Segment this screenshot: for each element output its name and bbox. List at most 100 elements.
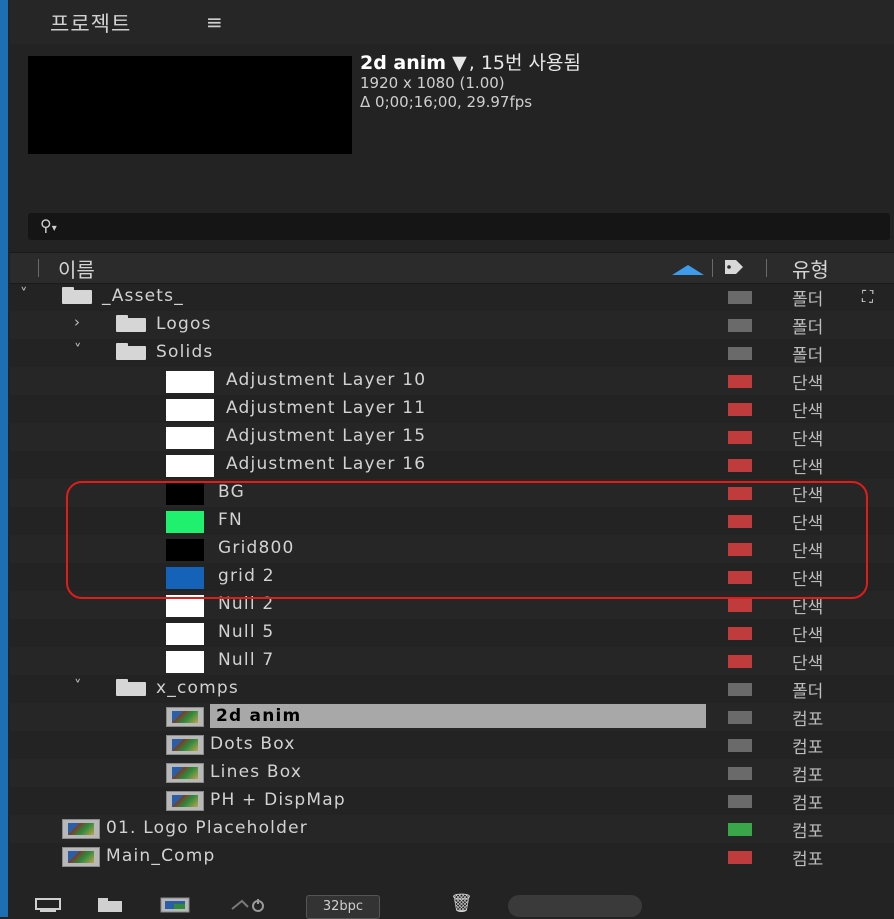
label-color-chip[interactable] xyxy=(728,627,752,640)
folder-icon xyxy=(62,287,92,304)
sort-ascending-icon[interactable] xyxy=(672,265,704,275)
project-panel: 프로젝트 ≡ 2d anim ▼, 15번 사용됨 1920 x 1080 (1… xyxy=(10,0,894,919)
interpret-footage-icon[interactable] xyxy=(34,897,62,913)
item-name: Adjustment Layer 11 xyxy=(226,398,427,418)
list-item-grid800[interactable]: Grid800 단색 xyxy=(10,535,894,563)
list-item-dots[interactable]: Dots Box 컴포 xyxy=(10,731,894,759)
item-type: 단색 xyxy=(792,430,824,450)
item-name: Adjustment Layer 10 xyxy=(226,370,427,390)
list-item-adj16[interactable]: Adjustment Layer 16 단색 xyxy=(10,451,894,479)
solid-color-swatch-icon xyxy=(166,371,214,393)
item-name: Adjustment Layer 16 xyxy=(226,454,427,474)
list-item-lines[interactable]: Lines Box 컴포 xyxy=(10,759,894,787)
item-name: Null 7 xyxy=(218,650,275,670)
list-item-null7[interactable]: Null 7 단색 xyxy=(10,647,894,675)
label-color-chip[interactable] xyxy=(728,655,752,668)
search-bar[interactable]: ⚲▾ xyxy=(28,213,890,240)
item-name: Lines Box xyxy=(210,762,303,782)
label-color-chip[interactable] xyxy=(728,767,752,780)
label-color-chip[interactable] xyxy=(728,291,752,304)
project-settings-icon[interactable] xyxy=(230,897,268,913)
solid-color-swatch-icon xyxy=(166,455,214,477)
panel-menu-icon[interactable]: ≡ xyxy=(206,10,223,34)
label-color-chip[interactable] xyxy=(728,515,752,528)
label-color-chip[interactable] xyxy=(728,823,752,836)
preview-usage: , 15번 사용됨 xyxy=(468,52,581,74)
panel-tab-bar: 프로젝트 ≡ xyxy=(10,0,894,44)
item-type: 단색 xyxy=(792,654,824,674)
flowchart-icon[interactable]: ⛶ xyxy=(862,287,873,307)
bit-depth-button[interactable]: 32bpc xyxy=(306,895,380,919)
chevron-down-icon[interactable]: ˅ xyxy=(74,677,82,695)
label-color-chip[interactable] xyxy=(728,347,752,360)
preview-dropdown-icon[interactable]: ▼ xyxy=(452,52,467,74)
label-color-chip[interactable] xyxy=(728,599,752,612)
label-color-chip[interactable] xyxy=(728,375,752,388)
item-name: _Assets_ xyxy=(102,286,184,306)
item-name: FN xyxy=(218,510,243,530)
new-folder-icon[interactable] xyxy=(96,897,124,913)
list-item-anim2d[interactable]: 2d anim 컴포 xyxy=(10,703,894,731)
item-name: Dots Box xyxy=(210,734,296,754)
list-item-logos[interactable]: › Logos 폴더 xyxy=(10,311,894,339)
item-name: 01. Logo Placeholder xyxy=(106,818,308,838)
column-name-header[interactable]: 이름 xyxy=(58,254,95,283)
chevron-down-icon[interactable]: ˅ xyxy=(20,285,28,303)
label-color-chip[interactable] xyxy=(728,739,752,752)
label-color-chip[interactable] xyxy=(728,795,752,808)
list-item-main[interactable]: Main_Comp 컴포 xyxy=(10,843,894,871)
column-separator[interactable] xyxy=(712,259,713,277)
label-color-chip[interactable] xyxy=(728,319,752,332)
column-separator[interactable] xyxy=(38,259,39,277)
list-item-solids[interactable]: ˅ Solids 폴더 xyxy=(10,339,894,367)
folder-icon xyxy=(116,315,146,332)
list-item-assets[interactable]: ˅ _Assets_ 폴더 ⛶ xyxy=(10,283,894,311)
label-color-chip[interactable] xyxy=(728,487,752,500)
item-type: 컴포 xyxy=(792,766,824,786)
solid-color-swatch-icon xyxy=(166,511,204,533)
list-item-null2[interactable]: Null 2 단색 xyxy=(10,591,894,619)
list-item-logo01[interactable]: 01. Logo Placeholder 컴포 xyxy=(10,815,894,843)
item-name: Null 5 xyxy=(218,622,275,642)
panel-title[interactable]: 프로젝트 xyxy=(50,8,131,38)
label-color-chip[interactable] xyxy=(728,543,752,556)
solid-color-swatch-icon xyxy=(166,399,214,421)
list-item-bg[interactable]: BG 단색 xyxy=(10,479,894,507)
column-type-header[interactable]: 유형 xyxy=(792,254,829,283)
bottom-toolbar: 32bpc 🗑 xyxy=(10,893,894,919)
trash-icon[interactable]: 🗑 xyxy=(450,893,473,914)
solid-color-swatch-icon xyxy=(166,483,204,505)
label-color-chip[interactable] xyxy=(728,571,752,584)
list-item-adj10[interactable]: Adjustment Layer 10 단색 xyxy=(10,367,894,395)
item-type: 단색 xyxy=(792,374,824,394)
new-composition-icon[interactable] xyxy=(160,897,190,913)
list-item-xcomps[interactable]: ˅ x_comps 폴더 xyxy=(10,675,894,703)
search-input[interactable] xyxy=(74,216,878,238)
item-type: 컴포 xyxy=(792,850,824,870)
list-item-ph[interactable]: PH + DispMap 컴포 xyxy=(10,787,894,815)
panel-left-edge xyxy=(0,0,8,917)
label-color-chip[interactable] xyxy=(728,711,752,724)
label-color-chip[interactable] xyxy=(728,683,752,696)
label-color-chip[interactable] xyxy=(728,431,752,444)
horizontal-scrollbar[interactable] xyxy=(508,895,642,917)
list-item-null5[interactable]: Null 5 단색 xyxy=(10,619,894,647)
item-name: Adjustment Layer 15 xyxy=(226,426,427,446)
list-item-adj15[interactable]: Adjustment Layer 15 단색 xyxy=(10,423,894,451)
list-item-grid2[interactable]: grid 2 단색 xyxy=(10,563,894,591)
list-item-adj11[interactable]: Adjustment Layer 11 단색 xyxy=(10,395,894,423)
label-color-chip[interactable] xyxy=(728,403,752,416)
item-type: 단색 xyxy=(792,626,824,646)
label-color-chip[interactable] xyxy=(728,459,752,472)
chevron-right-icon[interactable]: › xyxy=(74,313,80,331)
search-icon[interactable]: ⚲▾ xyxy=(40,216,57,235)
item-name: Grid800 xyxy=(218,538,295,558)
item-type: 컴포 xyxy=(792,738,824,758)
item-type: 컴포 xyxy=(792,822,824,842)
column-separator[interactable] xyxy=(766,259,767,277)
label-tag-icon[interactable] xyxy=(724,259,744,275)
label-color-chip[interactable] xyxy=(728,851,752,864)
chevron-down-icon[interactable]: ˅ xyxy=(74,341,82,359)
preview-item-name: 2d anim xyxy=(360,52,447,74)
list-item-fn[interactable]: FN 단색 xyxy=(10,507,894,535)
